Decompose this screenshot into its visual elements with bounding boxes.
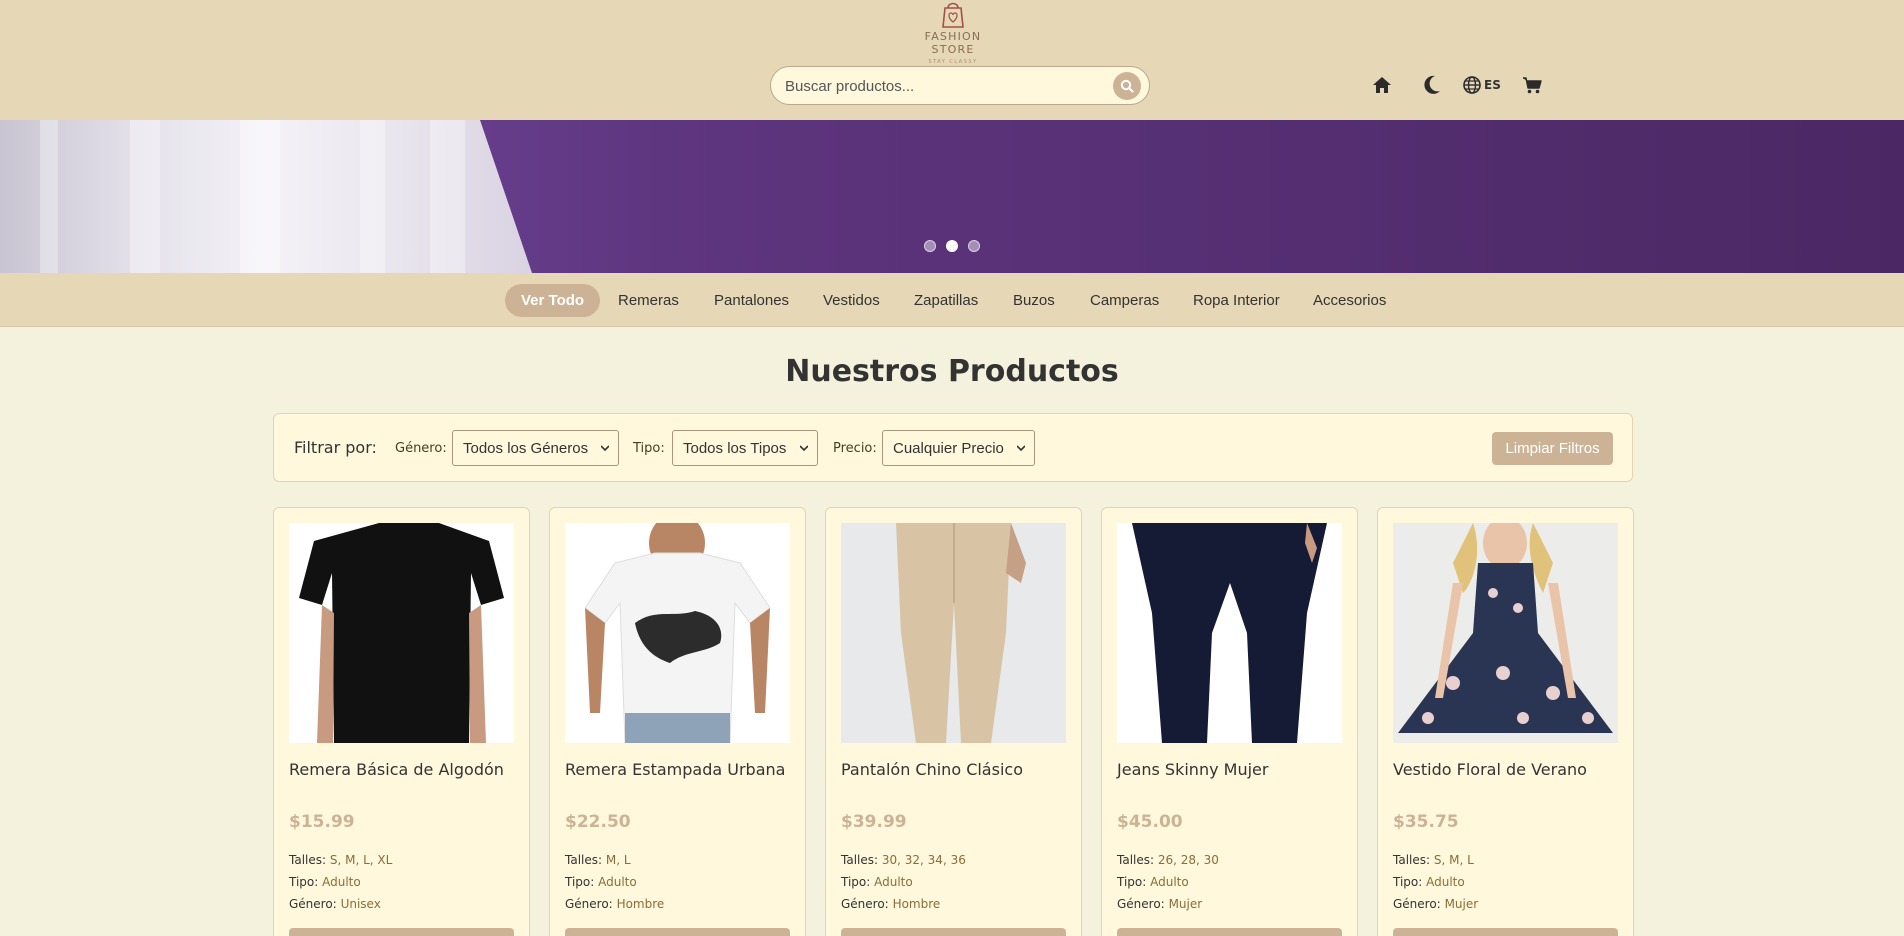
product-image[interactable]: [1117, 523, 1342, 743]
category-tab-vestidos[interactable]: Vestidos: [807, 284, 896, 317]
category-tab-ropa-interior[interactable]: Ropa Interior: [1177, 284, 1296, 317]
product-sizes: Talles: 26, 28, 30: [1117, 853, 1219, 867]
add-to-cart-button[interactable]: [565, 928, 790, 936]
site-header: FASHION STORE STAY CLASSY ES: [0, 0, 1904, 120]
theme-toggle-button[interactable]: [1423, 74, 1441, 96]
product-card[interactable]: Remera Estampada Urbana $22.50 Talles: M…: [549, 507, 806, 936]
price-filter-label: Precio:: [833, 441, 877, 456]
product-type: Tipo: Adulto: [289, 875, 361, 889]
hero-slide-image: [0, 120, 532, 273]
language-selector[interactable]: ES: [1463, 74, 1501, 96]
globe-icon: [1463, 76, 1481, 94]
product-image[interactable]: [1393, 523, 1618, 743]
product-price: $35.75: [1393, 812, 1459, 832]
product-image[interactable]: [289, 523, 514, 743]
product-type: Tipo: Adulto: [1117, 875, 1189, 889]
category-tab-buzos[interactable]: Buzos: [997, 284, 1071, 317]
type-filter-label: Tipo:: [633, 441, 665, 456]
category-nav: Ver Todo Remeras Pantalones Vestidos Zap…: [0, 273, 1904, 327]
cart-button[interactable]: [1522, 74, 1542, 96]
carousel-dot[interactable]: [924, 240, 936, 252]
brand-logo[interactable]: FASHION STORE STAY CLASSY: [905, 0, 1001, 65]
page-title: Nuestros Productos: [785, 354, 1119, 389]
filter-bar: Filtrar por: Género: Todos los Géneros T…: [273, 413, 1633, 482]
price-filter-select[interactable]: Cualquier Precio: [882, 430, 1035, 466]
type-filter-select[interactable]: Todos los Tipos: [672, 430, 818, 466]
add-to-cart-button[interactable]: [1117, 928, 1342, 936]
home-icon: [1373, 77, 1391, 93]
cart-icon: [1523, 77, 1542, 94]
product-card[interactable]: Jeans Skinny Mujer $45.00 Talles: 26, 28…: [1101, 507, 1358, 936]
product-name[interactable]: Pantalón Chino Clásico: [841, 760, 1023, 779]
gender-filter-select[interactable]: Todos los Géneros: [452, 430, 619, 466]
clear-filters-button[interactable]: Limpiar Filtros: [1492, 432, 1613, 465]
carousel-dot[interactable]: [968, 240, 980, 252]
product-type: Tipo: Adulto: [565, 875, 637, 889]
product-gender: Género: Mujer: [1117, 897, 1203, 911]
category-tab-pantalones[interactable]: Pantalones: [698, 284, 805, 317]
search-icon: [1120, 79, 1134, 93]
brand-tagline: STAY CLASSY: [928, 59, 978, 65]
product-price: $45.00: [1117, 812, 1183, 832]
product-image[interactable]: [565, 523, 790, 743]
shopping-bag-heart-icon: [942, 2, 964, 28]
filter-title: Filtrar por:: [294, 438, 377, 457]
brand-name: FASHION STORE: [924, 30, 982, 56]
category-tab-camperas[interactable]: Camperas: [1074, 284, 1175, 317]
category-tab-accesorios[interactable]: Accesorios: [1297, 284, 1402, 317]
product-sizes: Talles: M, L: [565, 853, 631, 867]
language-label: ES: [1484, 78, 1501, 92]
product-gender: Género: Unisex: [289, 897, 381, 911]
search-input[interactable]: [785, 75, 1105, 97]
category-tab-remeras[interactable]: Remeras: [602, 284, 695, 317]
add-to-cart-button[interactable]: [1393, 928, 1618, 936]
product-price: $22.50: [565, 812, 631, 832]
carousel-indicators: [924, 240, 980, 252]
product-name[interactable]: Jeans Skinny Mujer: [1117, 760, 1268, 779]
search-bar: [770, 66, 1150, 105]
product-card[interactable]: Pantalón Chino Clásico $39.99 Talles: 30…: [825, 507, 1082, 936]
product-sizes: Talles: S, M, L, XL: [289, 853, 393, 867]
product-name[interactable]: Remera Básica de Algodón: [289, 760, 504, 779]
product-price: $39.99: [841, 812, 907, 832]
product-gender: Género: Hombre: [565, 897, 665, 911]
product-name[interactable]: Remera Estampada Urbana: [565, 760, 785, 779]
product-card[interactable]: Remera Básica de Algodón $15.99 Talles: …: [273, 507, 530, 936]
carousel-dot-active[interactable]: [946, 240, 958, 252]
gender-filter-label: Género:: [395, 441, 447, 456]
product-price: $15.99: [289, 812, 355, 832]
product-image[interactable]: [841, 523, 1066, 743]
category-tab-zapatillas[interactable]: Zapatillas: [898, 284, 994, 317]
product-type: Tipo: Adulto: [841, 875, 913, 889]
add-to-cart-button[interactable]: [841, 928, 1066, 936]
search-button[interactable]: [1113, 72, 1141, 100]
add-to-cart-button[interactable]: [289, 928, 514, 936]
product-sizes: Talles: 30, 32, 34, 36: [841, 853, 966, 867]
category-tab-ver-todo[interactable]: Ver Todo: [505, 284, 601, 317]
product-type: Tipo: Adulto: [1393, 875, 1465, 889]
moon-icon: [1424, 75, 1440, 94]
product-sizes: Talles: S, M, L: [1393, 853, 1474, 867]
product-gender: Género: Mujer: [1393, 897, 1479, 911]
product-card[interactable]: Vestido Floral de Verano $35.75 Talles: …: [1377, 507, 1634, 936]
product-name[interactable]: Vestido Floral de Verano: [1393, 760, 1587, 779]
product-gender: Género: Hombre: [841, 897, 941, 911]
home-button[interactable]: [1372, 74, 1392, 96]
